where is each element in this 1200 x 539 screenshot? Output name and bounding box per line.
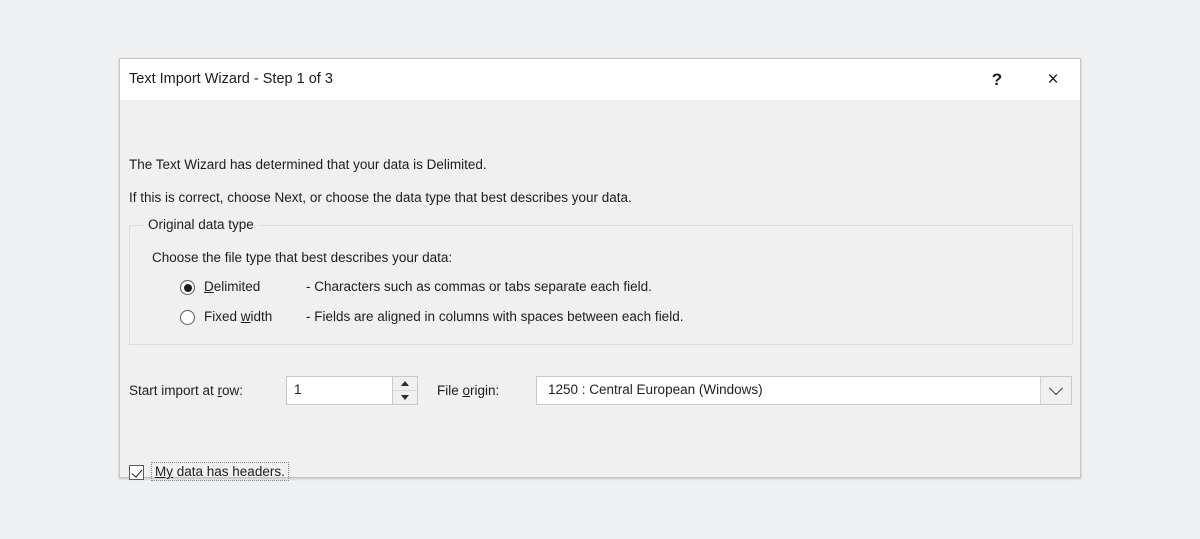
help-icon: ? — [991, 70, 1003, 89]
radio-delimited-label: Delimited — [204, 279, 260, 294]
label-suffix: ow: — [222, 383, 244, 398]
group-instruction: Choose the file type that best describes… — [152, 250, 453, 265]
chevron-glyph — [1048, 380, 1064, 395]
label-suffix: idth — [250, 309, 273, 324]
dialog-titlebar: Text Import Wizard - Step 1 of 3 ? × — [120, 59, 1080, 100]
close-icon: × — [1047, 69, 1059, 90]
file-origin-select[interactable]: 1250 : Central European (Windows) — [536, 376, 1072, 405]
arrow-down-icon — [401, 395, 409, 400]
start-import-row-value: 1 — [294, 382, 302, 397]
file-origin-label: File origin: — [437, 383, 499, 398]
help-button[interactable]: ? — [974, 59, 1020, 100]
dialog-body: The Text Wizard has determined that your… — [120, 100, 1080, 481]
label-prefix: Fixed — [204, 309, 241, 324]
arrow-up-icon — [401, 381, 409, 386]
start-import-row-label: Start import at row: — [129, 383, 243, 398]
my-data-has-headers-label[interactable]: My data has headers. — [151, 462, 289, 481]
close-button[interactable]: × — [1030, 59, 1076, 100]
chevron-down-icon[interactable] — [1040, 377, 1071, 404]
file-origin-value: 1250 : Central European (Windows) — [548, 382, 763, 397]
label-suffix: rigin: — [470, 383, 500, 398]
dialog-title: Text Import Wizard - Step 1 of 3 — [129, 71, 333, 87]
radio-fixed-width-label: Fixed width — [204, 309, 272, 324]
checkmark-icon — [130, 465, 143, 478]
stepper-down-button[interactable] — [393, 391, 417, 404]
radio-delimited-description: - Characters such as commas or tabs sepa… — [306, 279, 652, 294]
label-suffix: data has headers. — [173, 464, 285, 479]
original-data-type-group: Original data type Choose the file type … — [129, 217, 1073, 345]
label-prefix: File — [437, 383, 463, 398]
stepper-buttons — [392, 377, 417, 404]
description-line-2: If this is correct, choose Next, or choo… — [129, 190, 632, 205]
label-prefix: Start import at — [129, 383, 218, 398]
start-import-row-stepper[interactable]: 1 — [286, 376, 418, 405]
label-suffix: elimited — [213, 279, 261, 294]
accel-char: D — [204, 279, 214, 294]
group-legend: Original data type — [143, 217, 259, 232]
stepper-up-button[interactable] — [393, 377, 417, 391]
description-line-1: The Text Wizard has determined that your… — [129, 157, 487, 172]
radio-fixed-width-icon[interactable] — [180, 310, 195, 325]
accel-char: o — [462, 383, 471, 398]
accel-char: w — [240, 309, 251, 324]
radio-fixed-width-description: - Fields are aligned in columns with spa… — [306, 309, 684, 324]
radio-delimited-icon[interactable] — [180, 280, 195, 295]
text-import-wizard-dialog: Text Import Wizard - Step 1 of 3 ? × The… — [119, 58, 1081, 481]
my-data-has-headers-checkbox[interactable] — [129, 465, 144, 480]
accel-char: My — [155, 464, 173, 479]
